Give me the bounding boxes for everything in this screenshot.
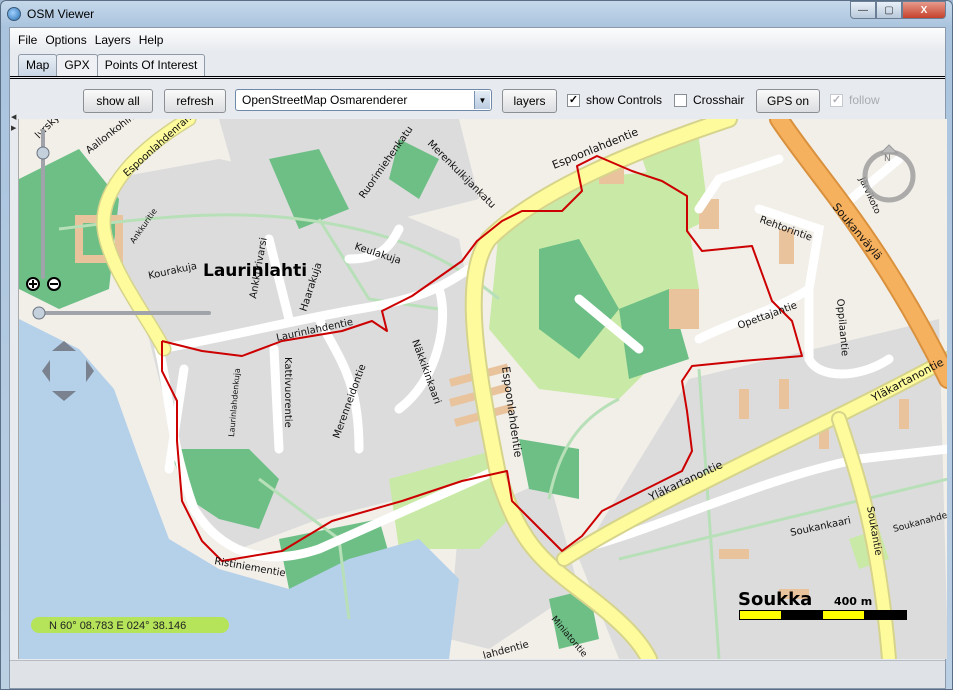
layers-button[interactable]: layers [502,89,557,113]
client-area: File Options Layers Help Map GPX Points … [9,27,947,689]
close-button[interactable]: X [902,1,946,19]
tab-points-of-interest[interactable]: Points Of Interest [96,54,206,76]
maximize-button[interactable]: ▢ [876,1,902,19]
checkbox-checked-icon[interactable]: ✓ [567,93,580,107]
map-view[interactable]: lyrskyvuori Aallonkohina Espoonlahdenran… [18,119,947,659]
app-globe-icon [7,7,21,21]
street-label: Kattivuorentie [282,357,293,428]
horizontal-slider-thumb[interactable] [32,306,46,320]
coordinate-readout: N 60° 08.783 E 024° 38.146 [31,617,229,633]
tab-bar: Map GPX Points Of Interest [18,54,206,76]
zoom-in-icon[interactable] [26,277,40,291]
scale-label: 400 m [834,595,872,608]
map-toolbar: show all refresh OpenStreetMap Osmarende… [10,88,945,114]
zoom-out-icon[interactable] [47,277,61,291]
renderer-select[interactable]: OpenStreetMap Osmarenderer ▼ [235,89,492,111]
panel-collapse-arrows[interactable]: ◀ ▶ [11,112,16,134]
follow-checkbox[interactable]: ✓ follow [830,93,880,107]
menu-help[interactable]: Help [139,33,164,47]
place-label-laurinlahti: Laurinlahti [203,261,307,281]
horizontal-slider-track[interactable] [41,311,211,315]
window-title: OSM Viewer [27,7,95,21]
status-bar [10,660,945,688]
coordinate-text: N 60° 08.783 E 024° 38.146 [49,620,186,632]
show-controls-checkbox[interactable]: ✓ show Controls [567,93,662,107]
tab-map[interactable]: Map [18,54,58,76]
map-canvas[interactable]: lyrskyvuori Aallonkohina Espoonlahdenran… [19,119,947,659]
checkbox-checked-icon[interactable]: ✓ [830,93,843,107]
menu-options[interactable]: Options [45,33,86,47]
renderer-value: OpenStreetMap Osmarenderer [242,93,408,107]
crosshair-checkbox[interactable]: Crosshair [674,93,744,107]
zoom-slider-thumb[interactable] [36,146,50,160]
refresh-button[interactable]: refresh [164,89,226,113]
checkbox-unchecked-icon[interactable] [674,93,687,107]
show-controls-label: show Controls [586,93,663,107]
tab-gpx[interactable]: GPX [56,54,98,76]
gps-on-button[interactable]: GPS on [756,89,820,113]
minimize-button[interactable]: — [850,1,876,19]
compass-north-label: N [884,154,891,164]
tab-divider [10,76,945,79]
menu-layers[interactable]: Layers [95,33,131,47]
title-bar: OSM Viewer [7,4,94,24]
follow-label: follow [849,93,880,107]
show-all-button[interactable]: show all [83,89,153,113]
app-window: OSM Viewer — ▢ X File Options Layers Hel… [0,0,953,690]
crosshair-label: Crosshair [693,93,745,107]
menu-file[interactable]: File [18,33,37,47]
menu-bar: File Options Layers Help [10,28,945,51]
place-label-soukka: Soukka [738,589,812,610]
chevron-down-icon[interactable]: ▼ [474,91,490,109]
